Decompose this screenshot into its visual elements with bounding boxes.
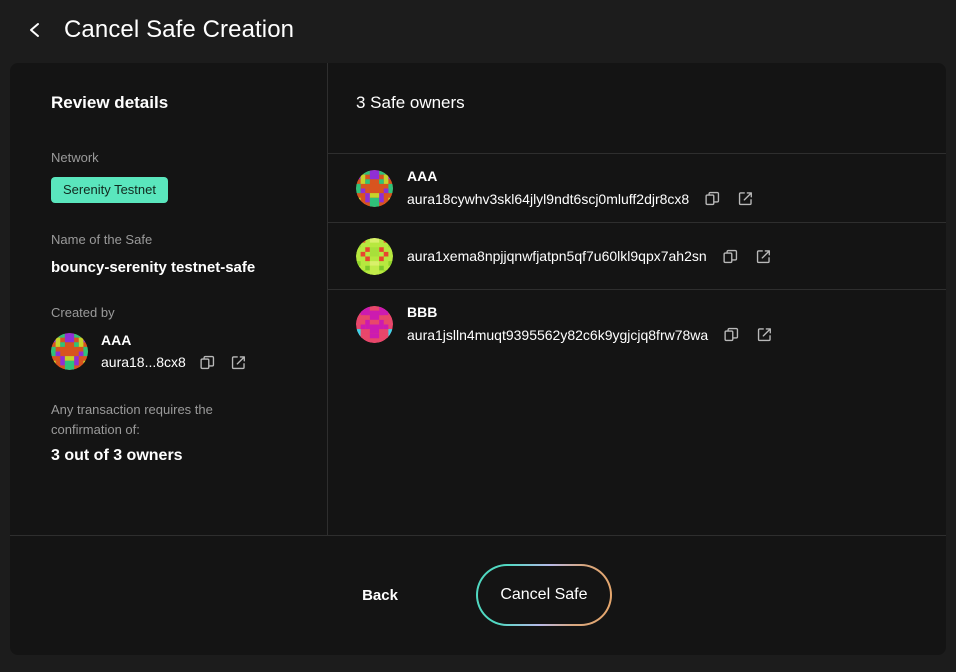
safe-name-label: Name of the Safe: [51, 231, 153, 247]
owner-row: BBB aura1jslln4muqt9395562y82c6k9ygjcjq8…: [328, 290, 946, 358]
back-button[interactable]: Back: [344, 577, 416, 614]
external-link-icon[interactable]: [736, 189, 755, 208]
avatar: [51, 333, 88, 371]
owners-panel: 3 Safe owners AAA aura18cywhv3skl64jlyl9…: [328, 63, 946, 535]
created-by-label: Created by: [51, 304, 115, 320]
external-link-icon[interactable]: [754, 247, 773, 266]
external-link-icon[interactable]: [229, 353, 248, 372]
network-label: Network: [51, 150, 99, 165]
cancel-safe-button[interactable]: Cancel Safe: [475, 564, 612, 626]
card-footer: Back Cancel Safe: [10, 535, 946, 654]
owner-address-line: aura18cywhv3skl64jlyl9ndt6scj0mluff2djr8…: [407, 189, 755, 208]
creator-row: AAA aura18...8cx8: [51, 332, 305, 372]
avatar: [356, 305, 393, 343]
owner-name: AAA: [407, 168, 438, 184]
chevron-left-icon[interactable]: [22, 17, 48, 43]
avatar: [356, 169, 393, 207]
network-field: Network Serenity Testnet: [51, 149, 305, 203]
copy-icon[interactable]: [722, 325, 741, 344]
creator-address-line: aura18...8cx8: [101, 353, 248, 372]
creator-text: AAA aura18...8cx8: [101, 332, 248, 372]
network-badge: Serenity Testnet: [51, 176, 168, 203]
copy-icon[interactable]: [703, 189, 722, 208]
external-link-icon[interactable]: [755, 325, 774, 344]
review-card: Review details Network Serenity Testnet …: [10, 63, 946, 655]
owner-address: aura1jslln4muqt9395562y82c6k9ygjcjq8frw7…: [407, 326, 709, 343]
owner-info: AAA aura18cywhv3skl64jlyl9ndt6scj0mluff2…: [407, 168, 755, 208]
threshold-value: 3 out of 3 owners: [51, 446, 183, 464]
owners-header: 3 Safe owners: [328, 63, 946, 154]
owners-title: 3 Safe owners: [356, 93, 465, 112]
safe-name-field: Name of the Safe bouncy-serenity testnet…: [51, 231, 305, 276]
created-by-field: Created by AAA aura18...8cx8: [51, 304, 305, 372]
creator-address: aura18...8cx8: [101, 354, 186, 371]
review-details-heading: Review details: [51, 93, 169, 112]
creator-name: AAA: [101, 331, 132, 348]
owner-info: BBB aura1jslln4muqt9395562y82c6k9ygjcjq8…: [407, 304, 774, 344]
owner-address: aura1xema8npjjqnwfjatpn5qf7u60lkl9qpx7ah…: [407, 248, 707, 264]
safe-name-value: bouncy-serenity testnet-safe: [51, 258, 256, 276]
page-title: Cancel Safe Creation: [64, 16, 295, 43]
cancel-safe-button-label: Cancel Safe: [477, 566, 610, 624]
owner-name: BBB: [407, 304, 438, 320]
owner-info: aura1xema8npjjqnwfjatpn5qf7u60lkl9qpx7ah…: [407, 247, 773, 266]
owner-address-line: aura1jslln4muqt9395562y82c6k9ygjcjq8frw7…: [407, 325, 774, 344]
avatar: [356, 237, 393, 275]
threshold-field: Any transaction requires the confirmatio…: [51, 400, 305, 465]
owner-address: aura18cywhv3skl64jlyl9ndt6scj0mluff2djr8…: [407, 190, 690, 207]
page-header: Cancel Safe Creation: [0, 0, 956, 60]
copy-icon[interactable]: [198, 353, 217, 372]
review-details-panel: Review details Network Serenity Testnet …: [10, 63, 328, 535]
owner-address-line: aura1xema8npjjqnwfjatpn5qf7u60lkl9qpx7ah…: [407, 247, 773, 266]
card-body: Review details Network Serenity Testnet …: [10, 63, 946, 535]
owner-row: aura1xema8npjjqnwfjatpn5qf7u60lkl9qpx7ah…: [328, 223, 946, 290]
threshold-label: Any transaction requires the confirmatio…: [51, 401, 213, 437]
copy-icon[interactable]: [721, 247, 740, 266]
owner-row: AAA aura18cywhv3skl64jlyl9ndt6scj0mluff2…: [328, 154, 946, 223]
